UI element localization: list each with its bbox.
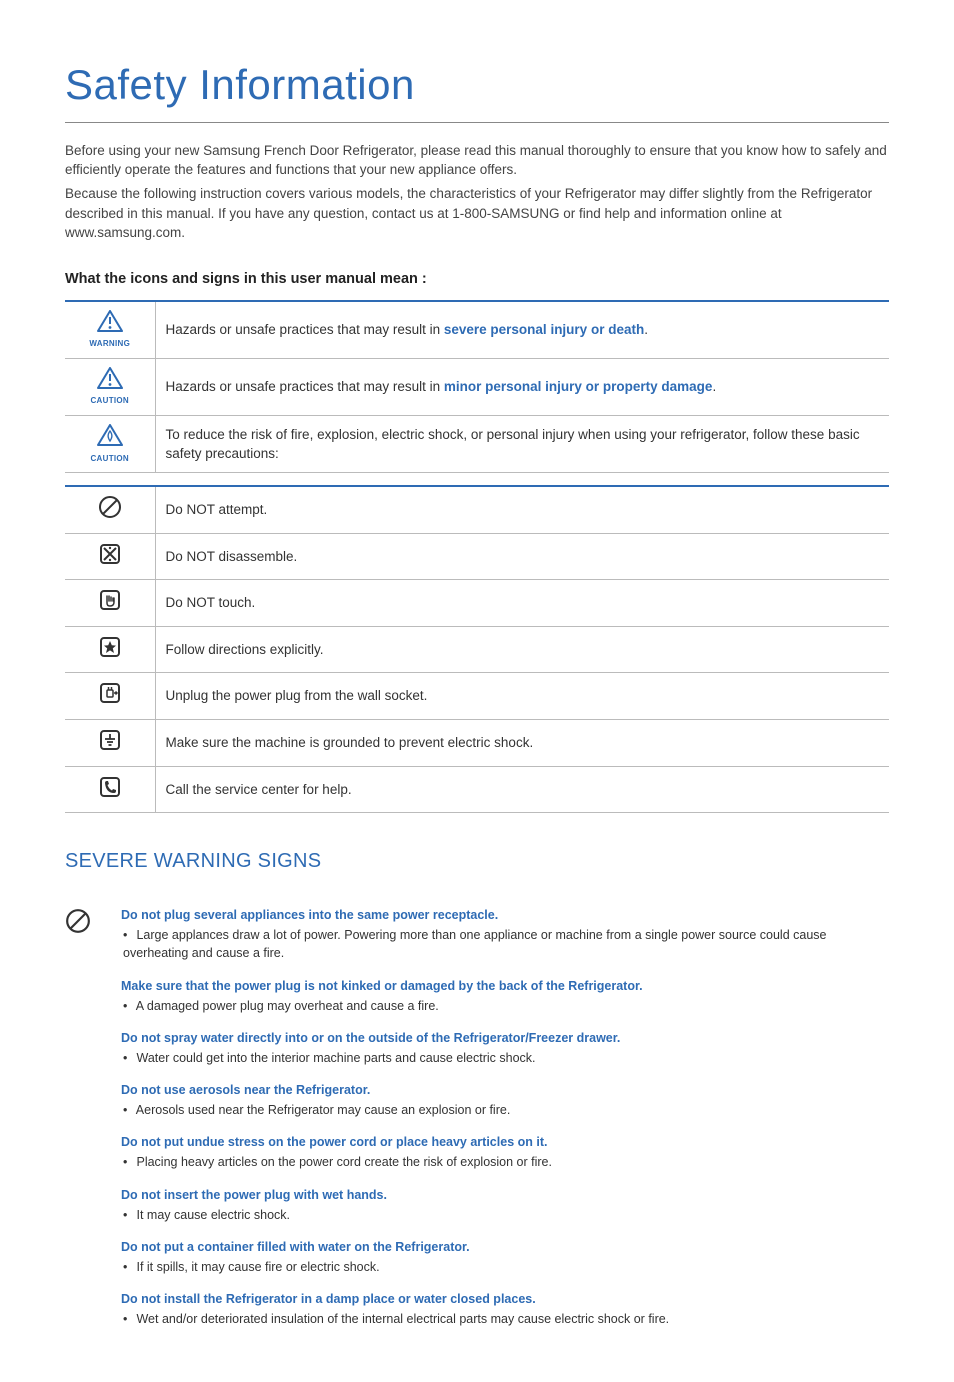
warning-item: Make sure that the power plug is not kin… [121,977,889,1015]
caution-triangle-icon [97,367,123,395]
row-text: Do NOT disassemble. [155,533,889,580]
row-text: Do NOT attempt. [155,486,889,533]
warning-body: • Wet and/or deteriorated insulation of … [121,1310,889,1328]
row-bold: severe personal injury or death [444,322,644,337]
call-service-icon [98,775,122,805]
unplug-icon [98,681,122,711]
warning-triangle-icon [97,310,123,338]
table-row: Do NOT attempt. [65,486,889,533]
table-row: CAUTION Hazards or unsafe practices that… [65,358,889,415]
severe-warning-heading: SEVERE WARNING SIGNS [65,847,889,876]
warning-head: Do not use aerosols near the Refrigerato… [121,1081,889,1099]
icon-label: CAUTION [75,453,145,465]
intro-p1: Before using your new Samsung French Doo… [65,141,889,180]
table-row: Do NOT disassemble. [65,533,889,580]
warning-head: Do not spray water directly into or on t… [121,1029,889,1047]
warning-head: Make sure that the power plug is not kin… [121,977,889,995]
row-pre: Hazards or unsafe practices that may res… [166,379,444,394]
row-text: Make sure the machine is grounded to pre… [155,720,889,767]
intro-block: Before using your new Samsung French Doo… [65,141,889,243]
table-row: Do NOT touch. [65,580,889,627]
no-disassemble-icon [98,542,122,572]
warning-item: Do not install the Refrigerator in a dam… [121,1290,889,1328]
warning-body: • Aerosols used near the Refrigerator ma… [121,1101,889,1119]
row-post: . [712,379,716,394]
follow-directions-icon [98,635,122,665]
warning-body: • It may cause electric shock. [121,1206,889,1224]
ground-icon [98,728,122,758]
warning-item: Do not use aerosols near the Refrigerato… [121,1081,889,1119]
row-text: Call the service center for help. [155,766,889,813]
row-text: To reduce the risk of fire, explosion, e… [155,416,889,473]
icons-meaning-heading: What the icons and signs in this user ma… [65,269,889,290]
no-touch-icon [98,588,122,618]
row-post: . [644,322,648,337]
prohibit-icon [65,908,91,940]
prohibit-icon [98,495,122,525]
table-row: Unplug the power plug from the wall sock… [65,673,889,720]
table-row: CAUTION To reduce the risk of fire, expl… [65,416,889,473]
warning-body: • If it spills, it may cause fire or ele… [121,1258,889,1276]
warning-item: Do not spray water directly into or on t… [121,1029,889,1067]
icon-meaning-table-1: WARNING Hazards or unsafe practices that… [65,300,889,473]
intro-p2: Because the following instruction covers… [65,184,889,243]
warning-item: Do not plug several appliances into the … [121,906,889,962]
caution-flame-triangle-icon [97,424,123,452]
row-text: Do NOT touch. [155,580,889,627]
warnings-zone: Do not plug several appliances into the … [65,906,889,1342]
warning-head: Do not plug several appliances into the … [121,906,889,924]
warning-head: Do not install the Refrigerator in a dam… [121,1290,889,1308]
warning-body: • Water could get into the interior mach… [121,1049,889,1067]
warning-body: • Large applances draw a lot of power. P… [121,926,889,962]
icon-label: CAUTION [75,395,145,407]
warning-head: Do not put undue stress on the power cor… [121,1133,889,1151]
warning-item: Do not put undue stress on the power cor… [121,1133,889,1171]
warning-item: Do not put a container filled with water… [121,1238,889,1276]
row-bold: minor personal injury or property damage [444,379,713,394]
page-title: Safety Information [65,55,889,123]
table-row: Call the service center for help. [65,766,889,813]
row-text: Follow directions explicitly. [155,626,889,673]
warning-head: Do not put a container filled with water… [121,1238,889,1256]
row-text: Unplug the power plug from the wall sock… [155,673,889,720]
warning-body: • Placing heavy articles on the power co… [121,1153,889,1171]
warning-head: Do not insert the power plug with wet ha… [121,1186,889,1204]
row-pre: To reduce the risk of fire, explosion, e… [166,427,860,462]
icon-label: WARNING [75,338,145,350]
icon-meaning-table-2: Do NOT attempt. Do NOT disassemble. Do N… [65,485,889,813]
warning-body: • A damaged power plug may overheat and … [121,997,889,1015]
warning-item: Do not insert the power plug with wet ha… [121,1186,889,1224]
table-row: WARNING Hazards or unsafe practices that… [65,301,889,359]
row-text: Hazards or unsafe practices that may res… [155,358,889,415]
table-row: Follow directions explicitly. [65,626,889,673]
table-row: Make sure the machine is grounded to pre… [65,720,889,767]
row-pre: Hazards or unsafe practices that may res… [166,322,444,337]
row-text: Hazards or unsafe practices that may res… [155,301,889,359]
